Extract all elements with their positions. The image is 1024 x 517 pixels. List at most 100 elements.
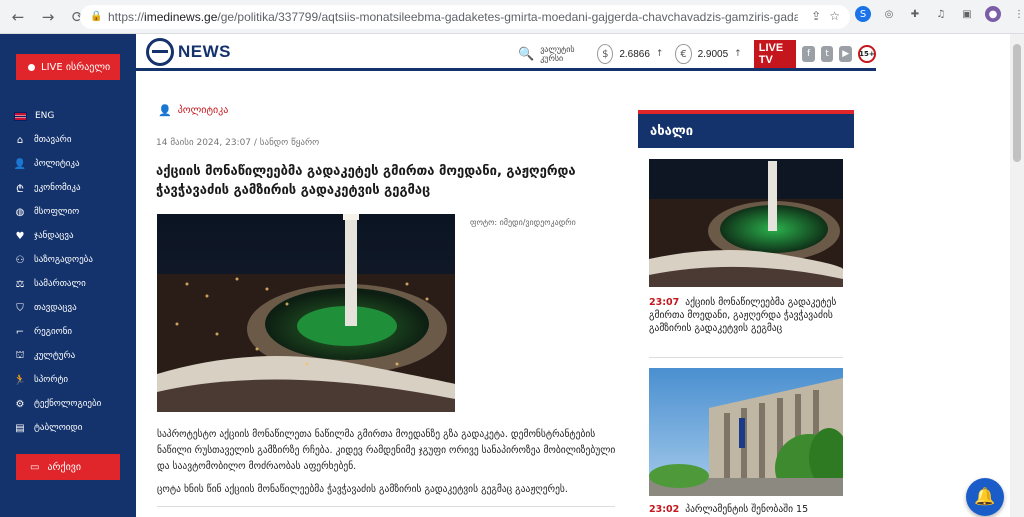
news-time: 23:02 — [649, 504, 680, 515]
home-icon: ⌂ — [16, 134, 24, 146]
news-time: 23:07 — [649, 297, 680, 308]
live-tv-button[interactable]: LIVE TV — [753, 40, 797, 68]
article-divider — [157, 506, 615, 507]
logo-text: NEWS — [178, 42, 231, 61]
folder-icon: ▭ — [30, 461, 40, 473]
article-source: სანდო წყარო — [259, 138, 320, 148]
article-category[interactable]: 👤 პოლიტიკა — [158, 104, 228, 117]
sidebar-item-society[interactable]: ⚇ საზოგადოება — [14, 248, 134, 272]
sidebar-item-law[interactable]: ⚖ სამართალი — [14, 272, 134, 296]
article-paragraph: საპროტესტო აქციის მონაწილეთა ნაწილმა გმი… — [157, 429, 616, 472]
sidebar-item-economy[interactable]: ₾ ეკონომიკა — [14, 176, 134, 200]
shield-icon: ⛉ — [16, 302, 24, 314]
latest-news-heading: ახალი — [638, 114, 854, 148]
sidebar-item-eng[interactable]: ENG — [14, 104, 134, 128]
region-icon: ⌐ — [15, 326, 25, 338]
flag-uk-icon — [14, 111, 27, 121]
sidebar-item-tabloid[interactable]: ▤ ტაბლოიდი — [14, 416, 134, 440]
logo-mark-icon — [146, 38, 174, 66]
imedi-news-logo[interactable]: NEWS — [146, 38, 231, 66]
browser-menu-icon[interactable]: ⋮ — [1011, 6, 1024, 22]
archive-button[interactable]: ▭ არქივი — [16, 454, 120, 480]
side-news-divider — [649, 357, 843, 358]
money-icon: ₾ — [16, 184, 24, 195]
usd-rate: 2.6866 — [619, 48, 650, 60]
age-rating-badge: 15+ — [857, 45, 876, 63]
category-label: პოლიტიკა — [177, 105, 229, 116]
scales-icon: ⚖ — [15, 278, 25, 290]
sidebar-item-health[interactable]: ♥ ჯანდაცვა — [14, 224, 134, 248]
sidebar-item-home[interactable]: ⌂ მთავარი — [14, 128, 134, 152]
search-icon[interactable]: 🔍 — [518, 47, 534, 62]
sidebar-menu: ENG ⌂ მთავარი 👤 პოლიტიკა ₾ ეკონომიკა ◍ მსოფლ… — [14, 104, 134, 440]
photo-credit: ფოტო: იმედი/ვიდეოკადრი — [470, 218, 576, 227]
back-icon[interactable]: ← — [6, 5, 30, 29]
twitter-icon[interactable]: t — [820, 46, 834, 62]
sidebar-item-defense[interactable]: ⛉ თავდაცვა — [14, 296, 134, 320]
group-icon: ⚇ — [15, 254, 25, 266]
forward-icon[interactable]: → — [36, 5, 60, 29]
sidebar-item-region[interactable]: ⌐ რეგიონი — [14, 320, 134, 344]
article-title: აქციის მონაწილეებმა გადაკეტეს გმირთა მოე… — [156, 164, 576, 198]
header-divider — [136, 68, 876, 71]
live-dot-icon — [28, 63, 35, 71]
sidebar-item-label: პოლიტიკა — [34, 159, 80, 169]
extension-s-icon[interactable]: S — [855, 6, 871, 22]
live-israel-button[interactable]: LIVE ისრაელი — [16, 54, 120, 80]
extensions-puzzle-icon[interactable]: ✚ — [907, 6, 923, 22]
sidebar-item-label: კულტურა — [34, 351, 76, 361]
share-icon[interactable]: ⇪ — [811, 9, 821, 23]
media-control-icon[interactable]: ♫ — [933, 6, 949, 22]
tabloid-icon: ▤ — [15, 422, 25, 434]
sidebar-item-sport[interactable]: 🏃 სპორტი — [14, 368, 134, 392]
person-icon: 👤 — [13, 158, 27, 170]
usd-arrow-up-icon: ↑ — [655, 49, 664, 59]
sidebar-item-label: ტექნოლოგიები — [34, 399, 102, 409]
url-text: https://imedinews.ge/ge/politika/337799/… — [108, 10, 798, 24]
scrollbar-thumb[interactable] — [1013, 44, 1021, 162]
article-meta: 14 მაისი 2024, 23:07 / სანდო წყარო — [156, 138, 320, 148]
lock-icon: 🔒 — [90, 11, 103, 22]
sidebar-item-label: ENG — [35, 111, 55, 121]
sidebar-item-label: სპორტი — [34, 375, 69, 385]
sidebar-item-label: მსოფლიო — [34, 207, 80, 217]
notification-bell-icon[interactable]: 🔔 — [966, 478, 1004, 516]
heart-icon: ♥ — [15, 230, 25, 242]
eur-arrow-up-icon: ↑ — [734, 49, 742, 59]
article-photo — [157, 214, 455, 412]
profile-avatar-icon[interactable]: ● — [985, 6, 1001, 22]
side-news-item[interactable]: 23:02 პარლამენტის შენობაში 15 — [649, 503, 841, 516]
currency-rate-label: ვალუტის კურსი — [540, 45, 575, 63]
tech-icon: ⚙ — [15, 398, 25, 410]
sidebar-item-label: ჯანდაცვა — [34, 231, 74, 241]
side-panel-icon[interactable]: ▣ — [959, 6, 975, 22]
sidebar-item-politics[interactable]: 👤 პოლიტიკა — [14, 152, 134, 176]
sidebar-item-label: რეგიონი — [34, 327, 73, 337]
side-news-photo[interactable] — [649, 159, 843, 287]
sidebar-item-label: ტაბლოიდი — [34, 423, 83, 433]
youtube-icon[interactable]: ▶ — [839, 46, 852, 62]
left-sidebar: LIVE ისრაელი ENG ⌂ მთავარი 👤 პოლიტიკა ₾ ეკო… — [0, 34, 136, 517]
site-header: NEWS 🔍 ვალუტის კურსი $ 2.6866 ↑ € 2.9005… — [136, 34, 876, 70]
live-israel-label: LIVE ისრაელი — [41, 61, 111, 73]
archive-label: არქივი — [47, 461, 82, 473]
running-icon: 🏃 — [13, 374, 27, 386]
extension-camera-icon[interactable]: ◎ — [881, 6, 897, 22]
sidebar-item-tech[interactable]: ⚙ ტექნოლოგიები — [14, 392, 134, 416]
side-news-photo[interactable] — [649, 368, 843, 496]
browser-toolbar: ← → ⟳ 🔒 https://imedinews.ge/ge/politika… — [0, 0, 1024, 34]
museum-icon: ⛫ — [15, 349, 25, 361]
article-paragraph: ცოტა ხნის წინ აქციის მონაწილეებმა ჭავჭავ… — [157, 484, 568, 495]
sidebar-item-label: ეკონომიკა — [34, 183, 81, 193]
news-title: პარლამენტის შენობაში 15 — [685, 504, 809, 515]
sidebar-item-label: თავდაცვა — [34, 303, 77, 313]
sidebar-item-culture[interactable]: ⛫ კულტურა — [14, 344, 134, 368]
facebook-icon[interactable]: f — [802, 46, 815, 62]
sidebar-item-label: მთავარი — [34, 135, 72, 145]
bookmark-star-icon[interactable]: ☆ — [829, 9, 840, 23]
side-news-item[interactable]: 23:07 აქციის მონაწილეებმა გადაკეტეს გმირთ… — [649, 296, 841, 335]
sidebar-item-label: სამართალი — [34, 279, 86, 289]
address-bar[interactable]: 🔒 https://imedinews.ge/ge/politika/33779… — [80, 5, 850, 29]
sidebar-item-world[interactable]: ◍ მსოფლიო — [14, 200, 134, 224]
eur-rate: 2.9005 — [697, 48, 729, 60]
